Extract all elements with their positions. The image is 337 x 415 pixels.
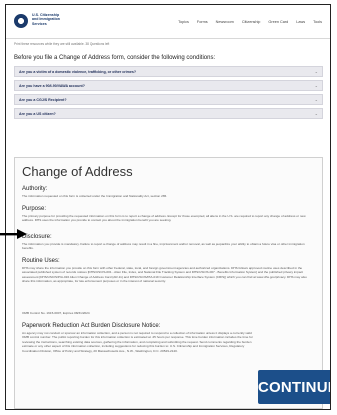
brand-line: Services [32,21,47,26]
condition-label: Are you a CGJ/S Recipient? [19,98,67,102]
chevron-down-icon: ⌄ [314,111,318,116]
section-body-disclosure: The information you provide is mandatory… [22,242,305,251]
site-header: U.S. Citizenship and Immigration Service… [6,5,330,39]
section-body-paperwork-reduction: An agency may not conduct or sponsor an … [22,331,253,353]
chevron-down-icon: ⌄ [314,69,318,74]
nav-item-laws[interactable]: Laws [296,20,305,24]
browser-frame: U.S. Citizenship and Immigration Service… [5,4,331,410]
uscis-seal-icon[interactable] [14,14,28,28]
nav-item-forms[interactable]: Forms [197,20,208,24]
condition-accordion-item[interactable]: Are you have a 90/I-90/VAWA account? ⌄ [14,80,323,91]
panel-title: Change of Address [22,164,133,179]
top-nav: Topics Forms Newsroom Citizenship Green … [178,20,322,24]
nav-item-newsroom[interactable]: Newsroom [216,20,234,24]
condition-accordion-item[interactable]: Are you a victim of a domestic violence,… [14,66,323,77]
conditions-prompt: Before you file a Change of Address form… [14,55,216,61]
nav-item-green-card[interactable]: Green Card [268,20,288,24]
pointer-arrow-icon [0,229,27,239]
condition-label: Are you a victim of a domestic violence,… [19,70,137,74]
condition-label: Are you have a 90/I-90/VAWA account? [19,84,85,88]
continue-button[interactable]: CONTINUE [258,370,330,404]
info-subline: Print these resources while they are sti… [14,42,110,46]
condition-label: Are you a US citizen? [19,112,56,116]
omb-control-number: OMB Control No. 1615-0007, Expires 08/31… [22,311,90,315]
section-body-routine-uses: DHS may share the information you provid… [22,266,307,284]
condition-accordion-item[interactable]: Are you a CGJ/S Recipient? ⌄ [14,94,323,105]
nav-item-topics[interactable]: Topics [178,20,189,24]
chevron-down-icon: ⌄ [314,97,318,102]
condition-accordion-item[interactable]: Are you a US citizen? ⌄ [14,108,323,119]
section-body-purpose: The primary purpose for providing the re… [22,214,306,223]
section-body-authority: The information requested on this form i… [22,194,168,198]
section-heading-authority: Authority: [22,186,48,192]
chevron-down-icon: ⌄ [314,83,318,88]
nav-item-tools[interactable]: Tools [313,20,322,24]
section-heading-purpose: Purpose: [22,206,47,212]
site-brand[interactable]: U.S. Citizenship and Immigration Service… [32,13,92,26]
nav-item-citizenship[interactable]: Citizenship [242,20,261,24]
section-heading-routine-uses: Routine Uses: [22,258,60,264]
section-heading-paperwork-reduction: Paperwork Reduction Act Burden Disclosur… [22,323,161,329]
